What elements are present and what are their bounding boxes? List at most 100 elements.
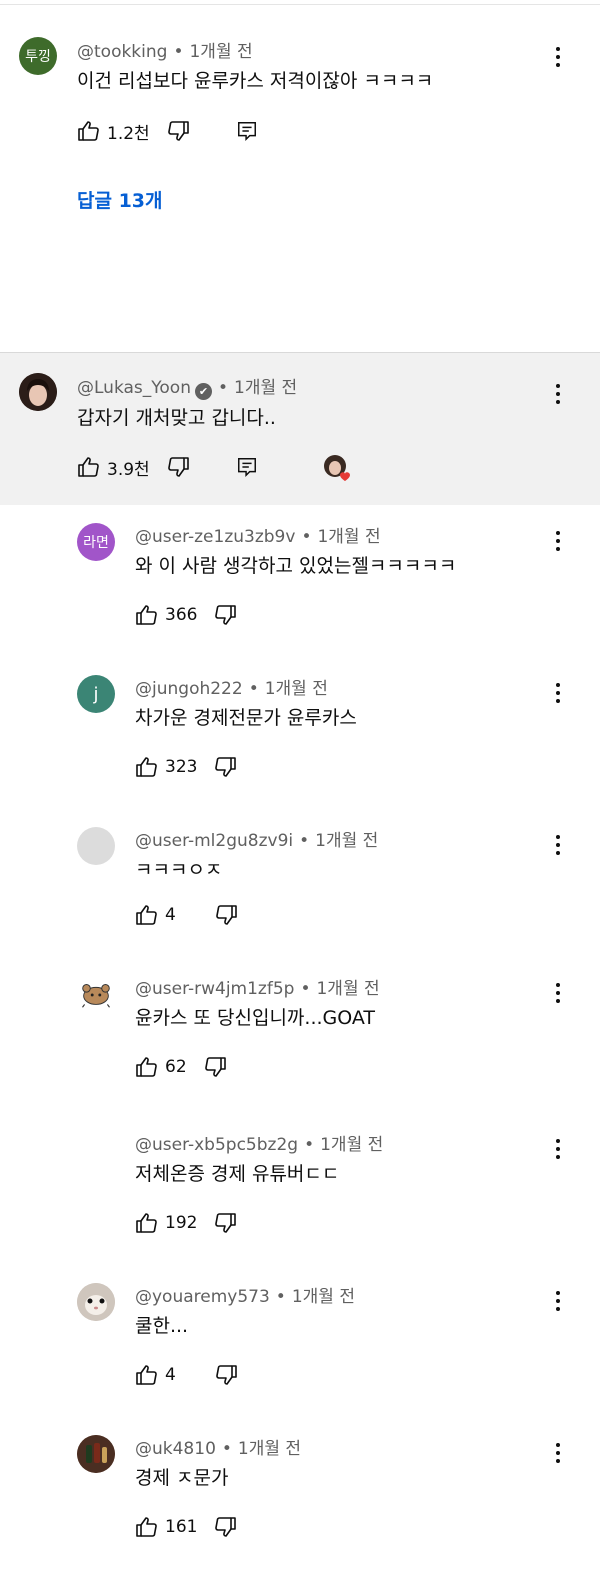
profile-photo-icon [19,373,57,411]
avatar[interactable] [19,373,57,411]
like-button[interactable]: 366 [135,603,197,627]
comment-time[interactable]: 1개월 전 [238,1439,301,1459]
thumbs-down-icon [167,457,189,477]
comment-author[interactable]: @user-ze1zu3zb9v [135,527,295,547]
comment-actions: 4 [135,900,238,930]
comment-meta: @user-xb5pc5bz2g • 1개월 전 [135,1130,383,1155]
like-count: 3.9천 [107,459,150,480]
thumbs-down-icon [215,757,237,777]
avatar-label: 투낑 [25,49,51,65]
avatar[interactable]: 투낑 [19,37,57,75]
comment-meta: @jungoh222 • 1개월 전 [135,674,328,699]
comment-author[interactable]: @tookking [77,42,167,62]
comment-author[interactable]: @user-xb5pc5bz2g [135,1135,298,1155]
comment-text: 경제 ㅈ문가 [135,1467,229,1489]
view-replies-link[interactable]: 답글 13개 [77,186,163,213]
thumbs-up-icon [136,757,157,777]
like-count: 161 [165,1517,198,1537]
avatar[interactable] [77,1283,115,1321]
like-button[interactable]: 192 [135,1211,197,1235]
like-button[interactable]: 62 [135,1055,187,1079]
meta-separator: • [300,979,311,999]
dislike-button[interactable] [214,1363,238,1387]
more-options-button[interactable] [546,379,570,409]
comment-time[interactable]: 1개월 전 [315,831,378,851]
comment-time[interactable]: 1개월 전 [317,527,380,547]
thumbs-down-icon [215,1213,237,1233]
dislike-button[interactable] [213,1211,237,1235]
thumbs-down-icon [204,1057,226,1077]
comment-text: 윤카스 또 당신입니까...GOAT [135,1007,375,1029]
more-options-button[interactable] [546,978,570,1008]
comment-time[interactable]: 1개월 전 [292,1287,355,1307]
reply-item: j @jungoh222 • 1개월 전차가운 경제전문가 윤루카스 323 [0,672,600,812]
reply-icon [237,458,256,478]
thumbs-up-icon [136,605,157,625]
comment-actions: 4 [135,1360,238,1390]
comment-thread: 투낑 @tookking • 1개월 전 이건 리섭보다 윤루카스 저격이잖아 ㅋㅋ… [0,0,600,350]
comment-time[interactable]: 1개월 전 [234,378,297,398]
avatar[interactable] [77,975,115,1013]
comment-time[interactable]: 1개월 전 [265,679,328,699]
comment-time[interactable]: 1개월 전 [189,42,252,62]
dislike-button[interactable] [213,603,237,627]
like-count: 62 [165,1057,187,1077]
comment-author[interactable]: @user-rw4jm1zf5p [135,979,294,999]
avatar-label: 라면 [83,535,109,551]
like-button[interactable]: 3.9천 [77,455,150,480]
comment-text: ㅋㅋㅋㅇㅈ [135,859,223,881]
like-button[interactable]: 323 [135,755,197,779]
reply-button[interactable] [236,456,258,478]
dislike-button[interactable] [203,1055,227,1079]
more-options-button[interactable] [546,1438,570,1468]
comment-author[interactable]: @user-ml2gu8zv9i [135,831,293,851]
like-count: 4 [165,1365,176,1385]
comment-meta: @uk4810 • 1개월 전 [135,1434,301,1459]
reply-item: @user-xb5pc5bz2g • 1개월 전 저체온증 경제 유튜버ㄷㄷ 192 [0,1128,600,1268]
more-options-button[interactable] [546,526,570,556]
comment-text: 쿨한... [135,1315,189,1337]
reply-item: @user-rw4jm1zf5p • 1개월 전윤카스 또 당신입니까...GOAT… [0,972,600,1112]
dislike-button[interactable] [166,119,190,143]
more-options-button[interactable] [546,1134,570,1164]
dislike-button[interactable] [166,455,190,479]
like-button[interactable]: 4 [135,1363,176,1387]
comment-actions: 3.9천 [77,452,258,482]
comment-text: 갑자기 개처맞고 갑니다.. [77,407,276,429]
like-button[interactable]: 161 [135,1515,197,1539]
avatar[interactable]: j [77,675,115,713]
reply-item: 라면 @user-ze1zu3zb9v • 1개월 전와 이 사람 생각하고 있었는젤… [0,520,600,660]
comment-time[interactable]: 1개월 전 [320,1135,383,1155]
like-button[interactable]: 4 [135,903,176,927]
comment-author[interactable]: @jungoh222 [135,679,243,699]
more-options-button[interactable] [546,678,570,708]
thumbs-up-icon [136,1057,157,1077]
like-count: 1.2천 [107,123,150,144]
thumbs-up-icon [136,1213,157,1233]
like-button[interactable]: 1.2천 [77,119,150,144]
avatar[interactable] [77,1131,115,1169]
reply-item: @user-ml2gu8zv9i • 1개월 전 ㅋㅋㅋㅇㅈ 4 [0,824,600,964]
comment-meta: @user-ze1zu3zb9v • 1개월 전 [135,522,381,547]
dislike-button[interactable] [213,755,237,779]
more-options-button[interactable] [546,42,570,72]
comment-time[interactable]: 1개월 전 [316,979,379,999]
comment-text: 이건 리섭보다 윤루카스 저격이잖아 ㅋㅋㅋㅋ [77,70,434,92]
comment-author[interactable]: @uk4810 [135,1439,216,1459]
more-options-button[interactable] [546,830,570,860]
more-options-button[interactable] [546,1286,570,1316]
reply-button[interactable] [236,120,258,142]
comment-author[interactable]: @youaremy573 [135,1287,270,1307]
avatar[interactable]: 라면 [77,523,115,561]
avatar[interactable] [77,827,115,865]
comment-actions: 62 [135,1052,227,1082]
comment-text: 와 이 사람 생각하고 있었는젤ㅋㅋㅋㅋㅋ [135,555,457,577]
comment-author[interactable]: @Lukas_Yoon [77,378,191,398]
dislike-button[interactable] [214,903,238,927]
meta-separator: • [304,1135,315,1155]
comment-text: 차가운 경제전문가 윤루카스 [135,707,357,729]
thumbs-up-icon [136,1365,157,1385]
dislike-button[interactable] [213,1515,237,1539]
verified-icon: ✔ [194,383,212,400]
avatar[interactable] [77,1435,115,1473]
